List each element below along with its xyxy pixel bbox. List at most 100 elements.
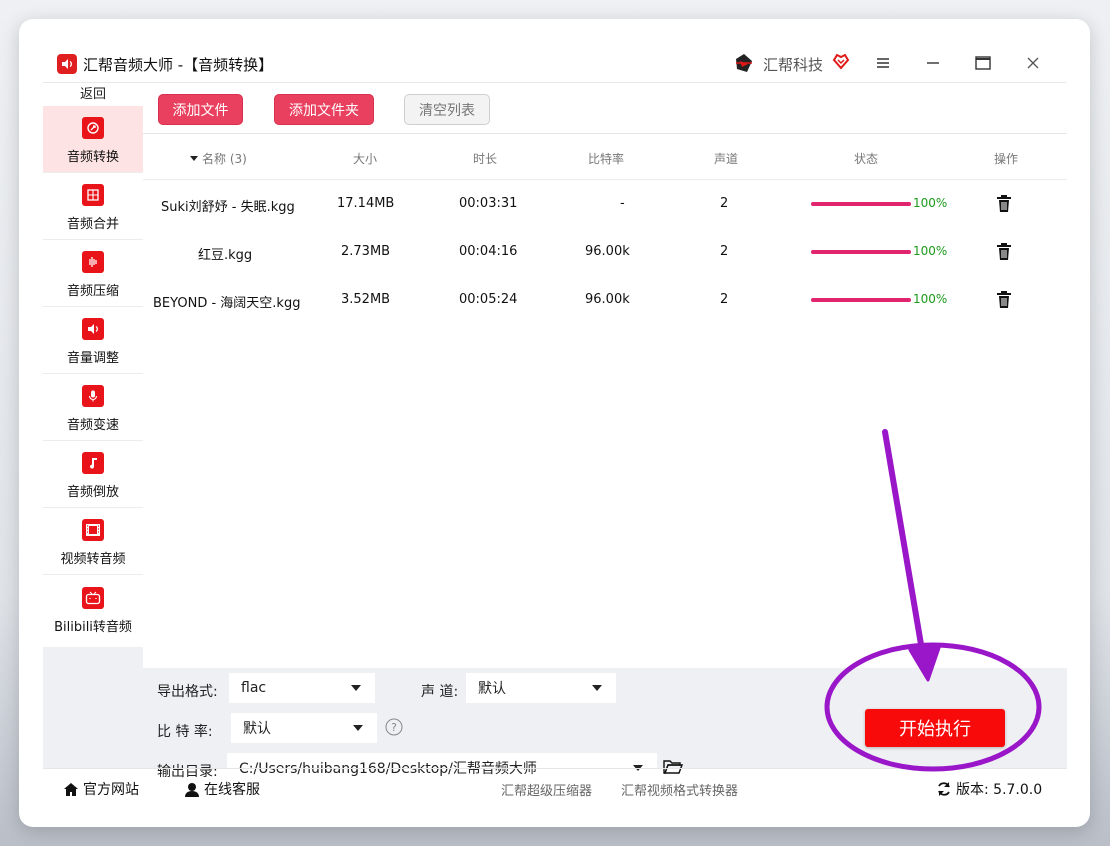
close-icon xyxy=(1027,57,1039,69)
clear-list-button[interactable]: 清空列表 xyxy=(404,94,490,125)
maximize-button[interactable] xyxy=(969,51,997,75)
heart-diamond-icon[interactable] xyxy=(832,52,850,70)
trash-icon[interactable] xyxy=(995,241,1013,261)
close-button[interactable] xyxy=(1019,51,1047,75)
refresh-icon xyxy=(938,782,950,796)
file-duration: 00:04:16 xyxy=(459,244,518,259)
file-channels: 2 xyxy=(720,196,729,211)
website-link[interactable]: 官方网站 xyxy=(63,779,139,799)
video-converter-link[interactable]: 汇帮视频格式转换器 xyxy=(621,780,738,799)
column-name-header[interactable]: 名称 (3) xyxy=(190,150,247,167)
sidebar-item-label: 音频变速 xyxy=(66,418,119,433)
file-name: 红豆.kgg xyxy=(198,248,253,263)
channel-label: 声 道: xyxy=(421,684,459,700)
trash-icon[interactable] xyxy=(995,289,1013,309)
add-file-button[interactable]: 添加文件 xyxy=(158,94,243,125)
chevron-down-icon xyxy=(351,685,361,691)
chevron-down-icon xyxy=(592,685,602,691)
chevron-down-icon xyxy=(353,725,363,731)
minimize-icon xyxy=(927,62,939,64)
format-select[interactable]: flac xyxy=(229,673,375,703)
progress-bar xyxy=(811,298,911,302)
start-button[interactable]: 开始执行 xyxy=(865,709,1005,747)
table-row[interactable]: Suki刘舒妤 - 失眠.kgg 17.14MB 00:03:31 - 2 10… xyxy=(143,180,1067,228)
column-channels-header: 声道 xyxy=(714,152,739,166)
home-icon xyxy=(64,782,78,796)
svg-text:?: ? xyxy=(391,721,397,734)
sidebar: 返回 音频转换 音频合并 音频压缩 音量调整 音频变速 音频倒放 视频转音频 B… xyxy=(43,84,143,768)
sidebar-item-label: 音频合并 xyxy=(66,217,119,232)
column-duration-header: 时长 xyxy=(473,152,498,166)
hamburger-icon xyxy=(877,58,889,68)
microphone-icon xyxy=(82,385,104,407)
minimize-button[interactable] xyxy=(919,51,947,75)
progress-bar xyxy=(811,250,911,254)
menu-button[interactable] xyxy=(869,51,897,75)
file-channels: 2 xyxy=(720,292,729,307)
back-link[interactable]: 返回 xyxy=(43,84,143,106)
file-duration: 00:05:24 xyxy=(459,292,518,307)
main-panel: 添加文件 添加文件夹 清空列表 名称 (3) 大小 时长 比特率 声道 状态 操… xyxy=(143,84,1067,783)
bitrate-select[interactable]: 默认 xyxy=(231,713,377,743)
bitrate-label: 比 特 率: xyxy=(157,724,213,740)
sidebar-item-volume[interactable]: 音量调整 xyxy=(43,307,143,374)
table-header: 名称 (3) 大小 时长 比特率 声道 状态 操作 xyxy=(143,134,1067,180)
file-name: BEYOND - 海阔天空.kgg xyxy=(153,296,301,311)
settings-panel: 导出格式: flac 声 道: 默认 比 特 率: 默认 ? 输出目录: C:/… xyxy=(143,668,1067,783)
table-row[interactable]: BEYOND - 海阔天空.kgg 3.52MB 00:05:24 96.00k… xyxy=(143,276,1067,324)
sidebar-item-label: 音量调整 xyxy=(66,351,119,366)
sidebar-item-reverse[interactable]: 音频倒放 xyxy=(43,441,143,508)
channel-select[interactable]: 默认 xyxy=(466,673,616,703)
sidebar-item-label: 音频倒放 xyxy=(66,485,119,500)
help-icon[interactable]: ? xyxy=(385,718,403,736)
sidebar-item-audio-compress[interactable]: 音频压缩 xyxy=(43,240,143,307)
sidebar-item-label: Bilibili转音频 xyxy=(54,620,132,635)
toolbar: 添加文件 添加文件夹 清空列表 xyxy=(143,84,1067,134)
file-bitrate: 96.00k xyxy=(585,244,630,259)
audio-convert-icon xyxy=(82,117,104,139)
sort-down-icon xyxy=(190,156,198,161)
trash-icon[interactable] xyxy=(995,193,1013,213)
table-row[interactable]: 红豆.kgg 2.73MB 00:04:16 96.00k 2 100% xyxy=(143,228,1067,276)
progress-bar xyxy=(811,202,911,206)
column-status-header: 状态 xyxy=(854,152,879,166)
brand-logo-icon xyxy=(736,54,752,72)
sidebar-item-bilibili[interactable]: Bilibili转音频 xyxy=(43,575,143,642)
maximize-icon xyxy=(975,56,991,70)
volume-icon xyxy=(82,318,104,340)
progress-percent: 100% xyxy=(913,196,948,210)
app-window: 汇帮音频大师 -【音频转换】 汇帮科技 返回 音频转换 音频合并 音频压缩 音量… xyxy=(19,19,1090,827)
music-note-icon xyxy=(82,452,104,474)
file-bitrate: - xyxy=(620,196,625,211)
add-folder-button[interactable]: 添加文件夹 xyxy=(274,94,374,125)
compressor-link[interactable]: 汇帮超级压缩器 xyxy=(501,780,592,799)
sidebar-item-video-to-audio[interactable]: 视频转音频 xyxy=(43,508,143,575)
app-logo-icon xyxy=(57,54,77,74)
file-size: 17.14MB xyxy=(337,196,395,211)
customer-service-icon xyxy=(185,782,199,797)
progress-percent: 100% xyxy=(913,244,948,258)
column-size-header: 大小 xyxy=(353,152,378,166)
progress-percent: 100% xyxy=(913,292,948,306)
sidebar-spacer xyxy=(43,647,143,768)
file-name: Suki刘舒妤 - 失眠.kgg xyxy=(161,200,295,215)
film-icon xyxy=(82,519,104,541)
file-bitrate: 96.00k xyxy=(585,292,630,307)
sidebar-item-speed[interactable]: 音频变速 xyxy=(43,374,143,441)
format-label: 导出格式: xyxy=(157,684,218,700)
sidebar-item-audio-convert[interactable]: 音频转换 xyxy=(43,106,143,173)
audio-compress-icon xyxy=(82,251,104,273)
sidebar-item-label: 音频转换 xyxy=(66,150,119,165)
sidebar-item-label: 视频转音频 xyxy=(60,552,126,567)
column-action-header: 操作 xyxy=(994,152,1019,166)
sidebar-item-label: 音频压缩 xyxy=(66,284,119,299)
audio-merge-icon xyxy=(82,184,104,206)
title-bar: 汇帮音频大师 -【音频转换】 汇帮科技 xyxy=(43,19,1066,83)
sidebar-item-audio-merge[interactable]: 音频合并 xyxy=(43,173,143,240)
support-link[interactable]: 在线客服 xyxy=(184,779,260,799)
column-bitrate-header: 比特率 xyxy=(588,152,625,166)
tv-icon xyxy=(82,587,104,609)
file-size: 2.73MB xyxy=(341,244,391,259)
footer-bar: 官方网站 在线客服 汇帮超级压缩器 汇帮视频格式转换器 版本: 5.7.0.0 xyxy=(43,768,1067,804)
version-info[interactable]: 版本: 5.7.0.0 xyxy=(936,779,1042,799)
